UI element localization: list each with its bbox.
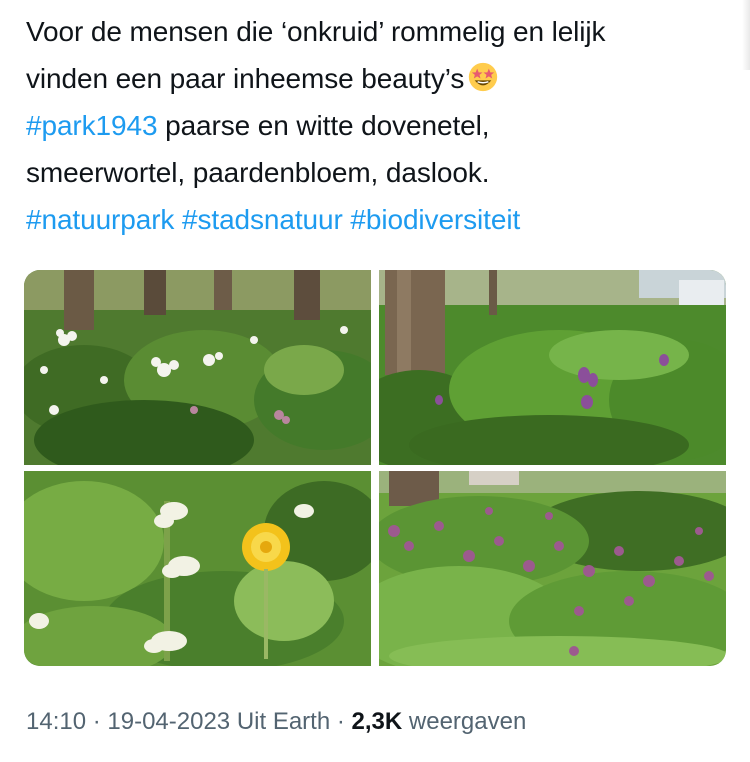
photo-comfrey[interactable] xyxy=(379,270,726,465)
views-count: 2,3K xyxy=(351,708,403,735)
photo-wild-garlic[interactable] xyxy=(24,270,371,465)
tweet-line-1: Voor de mensen die ‘onkruid’ rommelig en… xyxy=(26,16,606,47)
hashtag-stadsnatuur-link[interactable]: #stadsnatuur xyxy=(182,204,343,235)
photo-dead-nettle-dandelion[interactable] xyxy=(24,471,371,666)
hashtag-natuurpark-link[interactable]: #natuurpark xyxy=(26,204,174,235)
media-grid xyxy=(24,270,726,666)
tweet-text: Voor de mensen die ‘onkruid’ rommelig en… xyxy=(26,8,716,243)
tweet-date[interactable]: 19-04-2023 xyxy=(107,708,230,735)
meta-separator: · xyxy=(330,708,352,735)
hashtag-biodiversiteit-link[interactable]: #biodiversiteit xyxy=(350,204,520,235)
tweet-line-2-text: vinden een paar inheemse beauty’s xyxy=(26,63,465,94)
photo-purple-dead-nettle[interactable] xyxy=(379,471,726,666)
tweet-time[interactable]: 14:10 xyxy=(26,708,86,735)
views-label: weergaven xyxy=(402,708,527,735)
tweet-line-3: #park1943 paarse en witte dovenetel, xyxy=(26,102,716,149)
scrollbar-edge[interactable] xyxy=(742,0,750,70)
meta-separator: · xyxy=(86,708,108,735)
tweet-line-2: vinden een paar inheemse beauty’s xyxy=(26,55,716,102)
tweet-line-5: #natuurpark #stadsnatuur #biodiversiteit xyxy=(26,196,716,243)
hashtag-park1943-link[interactable]: #park1943 xyxy=(26,110,158,141)
tweet-meta: 14:10 · 19-04-2023 Uit Earth · 2,3K weer… xyxy=(26,708,526,736)
tweet-line-3-text: paarse en witte dovenetel, xyxy=(157,110,490,141)
tweet-source: Uit Earth xyxy=(230,708,331,735)
tweet-line-4: smeerwortel, paardenbloem, daslook. xyxy=(26,157,490,188)
star-struck-emoji-icon xyxy=(469,62,498,92)
